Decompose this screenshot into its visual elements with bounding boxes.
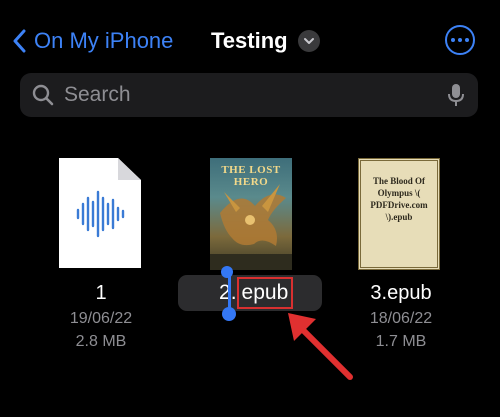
rename-separator: . [230,281,237,304]
back-label: On My iPhone [34,28,174,53]
file-name: 3.epub [370,282,432,304]
folder-title-menu[interactable]: Testing [211,24,320,58]
file-name: 1 [95,282,107,304]
selected-extension: epub [236,277,294,309]
page-title: Testing [211,28,288,53]
chevron-left-icon [13,29,26,53]
search-icon [32,84,54,106]
back-button[interactable]: On My iPhone [12,24,173,58]
file-date: 19/06/22 [69,310,133,327]
chevron-down-icon [297,30,320,52]
cover-text: The Blood Of Olympus \( PDFDrive.com \).… [370,176,428,222]
selection-handle-top[interactable] [221,266,233,278]
files-app-screen: On My iPhone Testing Search 1 19/06/22 2… [0,0,500,417]
dragon-illustration [210,184,292,270]
microphone-icon[interactable] [448,83,464,107]
search-bar[interactable] [20,73,478,117]
search-input[interactable] [62,82,426,108]
book-cover-thumbnail: THE LOST HERO [210,158,292,270]
more-options-button[interactable] [445,25,475,55]
navigation-bar: On My iPhone Testing [0,0,500,78]
annotation-arrow-icon [288,313,353,380]
book-cover-thumbnail: The Blood Of Olympus \( PDFDrive.com \).… [358,158,440,270]
ellipsis-icon [451,38,455,42]
file-size: 2.8 MB [75,333,127,350]
selection-handle-bottom[interactable] [222,307,236,321]
